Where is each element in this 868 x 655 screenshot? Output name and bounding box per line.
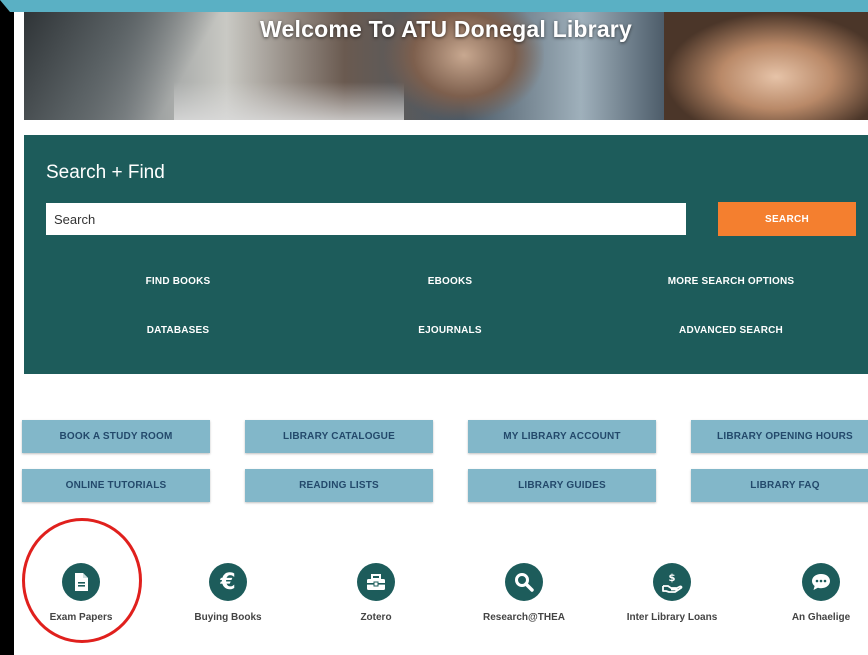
buying-books-label: Buying Books [194,612,262,623]
an-ghaelige-link[interactable]: An Ghaelige [766,563,868,623]
library-opening-hours-button[interactable]: LIBRARY OPENING HOURS [691,420,868,453]
hero-image-desk [174,82,404,120]
research-thea-label: Research@THEA [482,612,565,623]
highlight-circle-annotation [22,518,142,643]
zotero-label: Zotero [360,612,392,623]
search-icon [505,563,543,601]
find-books-link[interactable]: FIND BOOKS [146,276,211,287]
reading-lists-button[interactable]: READING LISTS [245,469,433,502]
an-ghaelige-label: An Ghaelige [791,612,851,623]
toolbox-icon [357,563,395,601]
more-search-options-link[interactable]: MORE SEARCH OPTIONS [668,276,795,287]
library-guides-button[interactable]: LIBRARY GUIDES [468,469,656,502]
library-faq-button[interactable]: LIBRARY FAQ [691,469,868,502]
search-heading: Search + Find [46,162,165,183]
inter-library-loans-label: Inter Library Loans [626,612,718,623]
svg-text:$: $ [669,573,676,584]
databases-link[interactable]: DATABASES [147,325,210,336]
buying-books-link[interactable]: € Buying Books [173,563,283,623]
search-input[interactable] [46,203,686,235]
speech-bubble-icon [802,563,840,601]
online-tutorials-button[interactable]: ONLINE TUTORIALS [22,469,210,502]
advanced-search-link[interactable]: ADVANCED SEARCH [679,325,783,336]
hand-dollar-icon: $ [653,563,691,601]
zotero-link[interactable]: Zotero [321,563,431,623]
inter-library-loans-link[interactable]: $ Inter Library Loans [617,563,727,623]
euro-icon: € [209,563,247,601]
library-catalogue-button[interactable]: LIBRARY CATALOGUE [245,420,433,453]
my-library-account-button[interactable]: MY LIBRARY ACCOUNT [468,420,656,453]
page-title: Welcome To ATU Donegal Library [260,16,632,42]
search-button[interactable]: SEARCH [718,202,856,236]
research-thea-link[interactable]: Research@THEA [469,563,579,623]
ebooks-link[interactable]: EBOOKS [428,276,473,287]
hero-banner: Welcome To ATU Donegal Library [24,12,868,120]
book-study-room-button[interactable]: BOOK A STUDY ROOM [22,420,210,453]
search-panel: Search + Find SEARCH FIND BOOKS EBOOKS M… [24,135,868,374]
left-border [10,12,14,655]
ejournals-link[interactable]: EJOURNALS [418,325,481,336]
library-page: Welcome To ATU Donegal Library Search + … [10,12,868,655]
